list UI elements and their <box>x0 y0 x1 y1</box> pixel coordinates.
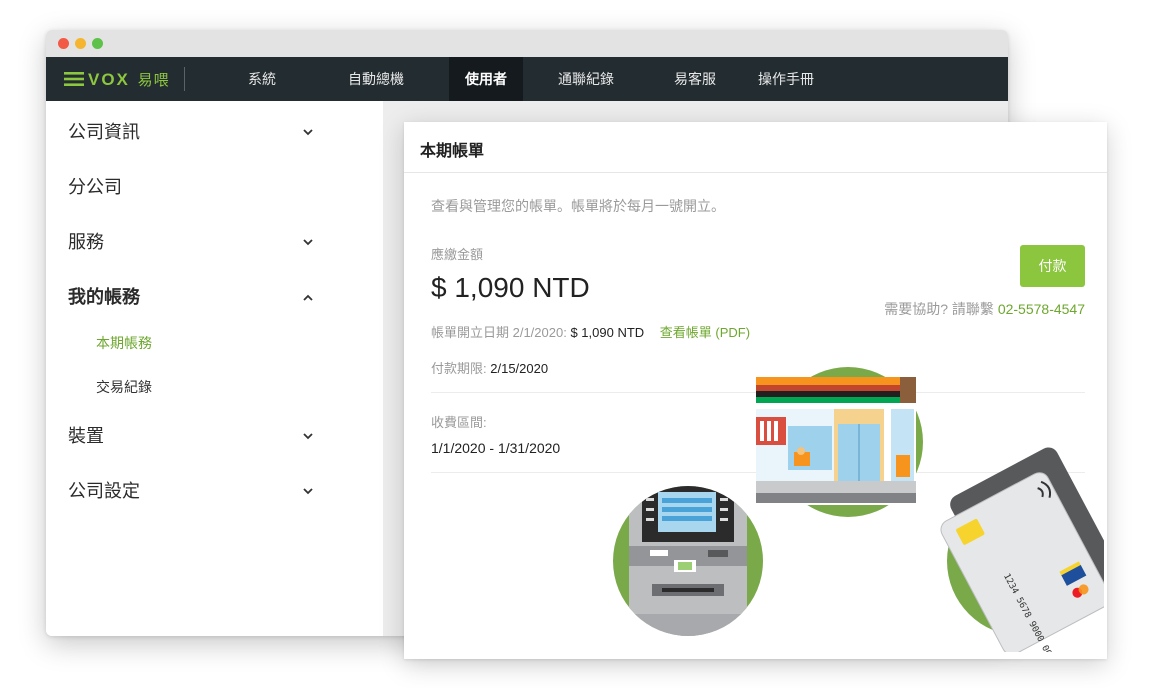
payment-methods-illustration: 1234 5678 9000 0000 <box>613 367 1104 652</box>
chevron-down-icon[interactable] <box>301 120 315 144</box>
sidebar-item-label: 分公司 <box>68 177 122 197</box>
current-bill-card: 本期帳單 查看與管理您的帳單。帳單將於每月一號開立。 應繳金額 $ 1,090 … <box>404 122 1107 659</box>
due-date-label: 付款期限: <box>431 361 487 376</box>
close-window-button[interactable] <box>58 38 69 49</box>
logo-wordmark: VOX 易喂 <box>88 69 170 89</box>
sidebar-item-devices[interactable]: 裝置 <box>68 424 104 448</box>
sidebar: 公司資訊 分公司 服務 我的帳務 本期帳務 交易紀錄 裝置 公司設定 <box>46 101 383 636</box>
sidebar-item-branches[interactable]: 分公司 <box>68 175 122 199</box>
sidebar-item-my-billing[interactable]: 我的帳務 <box>68 285 140 309</box>
due-date-value: 2/15/2020 <box>490 361 549 376</box>
sidebar-item-label: 我的帳務 <box>68 287 140 307</box>
help-contact: 需要協助? 請聯繫 02-5578-4547 <box>884 299 1085 319</box>
credit-card-icon: 1234 5678 9000 0000 <box>940 447 1104 652</box>
atm-icon <box>613 486 763 636</box>
sidebar-subitem-current-billing[interactable]: 本期帳務 <box>96 333 152 353</box>
sidebar-item-label: 服務 <box>68 232 104 252</box>
bill-description: 查看與管理您的帳單。帳單將於每月一號開立。 <box>431 198 725 214</box>
issue-date-label: 帳單開立日期 2/1/2020: <box>431 325 567 340</box>
sidebar-subitem-transactions[interactable]: 交易紀錄 <box>96 377 152 397</box>
view-bill-pdf-link[interactable]: 查看帳單 (PDF) <box>660 325 750 340</box>
pay-button[interactable]: 付款 <box>1020 245 1085 287</box>
nav-item-manual[interactable]: 操作手冊 <box>746 57 826 101</box>
sidebar-item-label: 裝置 <box>68 426 104 446</box>
issue-amount: $ 1,090 NTD <box>570 325 645 340</box>
nav-item-call-records[interactable]: 通聯紀錄 <box>546 57 626 101</box>
sidebar-item-company-settings[interactable]: 公司設定 <box>68 479 140 503</box>
maximize-window-button[interactable] <box>92 38 103 49</box>
billing-period-value: 1/1/2020 - 1/31/2020 <box>431 440 561 456</box>
help-text: 需要協助? 請聯繫 <box>884 301 994 317</box>
nav-item-auto-attendant[interactable]: 自動總機 <box>336 57 416 101</box>
convenience-store-icon <box>756 367 923 517</box>
logo-divider <box>183 67 185 91</box>
chevron-up-icon[interactable] <box>301 285 315 309</box>
due-date-row: 付款期限: 2/15/2020 <box>431 358 548 377</box>
nav-item-system[interactable]: 系統 <box>232 57 292 101</box>
nav-item-customer-service[interactable]: 易客服 <box>660 57 730 101</box>
sidebar-item-company-info[interactable]: 公司資訊 <box>68 120 140 144</box>
minimize-window-button[interactable] <box>75 38 86 49</box>
nav-item-users[interactable]: 使用者 <box>449 57 523 101</box>
chevron-down-icon[interactable] <box>301 230 315 254</box>
sidebar-item-services[interactable]: 服務 <box>68 230 104 254</box>
amount-due-label: 應繳金額 <box>431 247 484 262</box>
issue-date-row: 帳單開立日期 2/1/2020: $ 1,090 NTD 查看帳單 (PDF) <box>431 322 750 341</box>
evox-logo[interactable]: VOX 易喂 <box>64 57 185 101</box>
billing-period-label: 收費區間: <box>431 415 487 430</box>
window-titlebar <box>46 30 1008 57</box>
help-phone-link[interactable]: 02-5578-4547 <box>998 301 1085 317</box>
logo-e-icon <box>64 72 84 86</box>
chevron-down-icon[interactable] <box>301 479 315 503</box>
card-title: 本期帳單 <box>420 143 485 160</box>
amount-due-value: $ 1,090 NTD <box>431 272 590 303</box>
chevron-down-icon[interactable] <box>301 424 315 448</box>
sidebar-item-label: 公司設定 <box>68 481 140 501</box>
sidebar-item-label: 公司資訊 <box>68 122 140 142</box>
card-header: 本期帳單 <box>404 122 1107 173</box>
top-nav: VOX 易喂 系統 自動總機 使用者 通聯紀錄 易客服 操作手冊 <box>46 57 1008 101</box>
